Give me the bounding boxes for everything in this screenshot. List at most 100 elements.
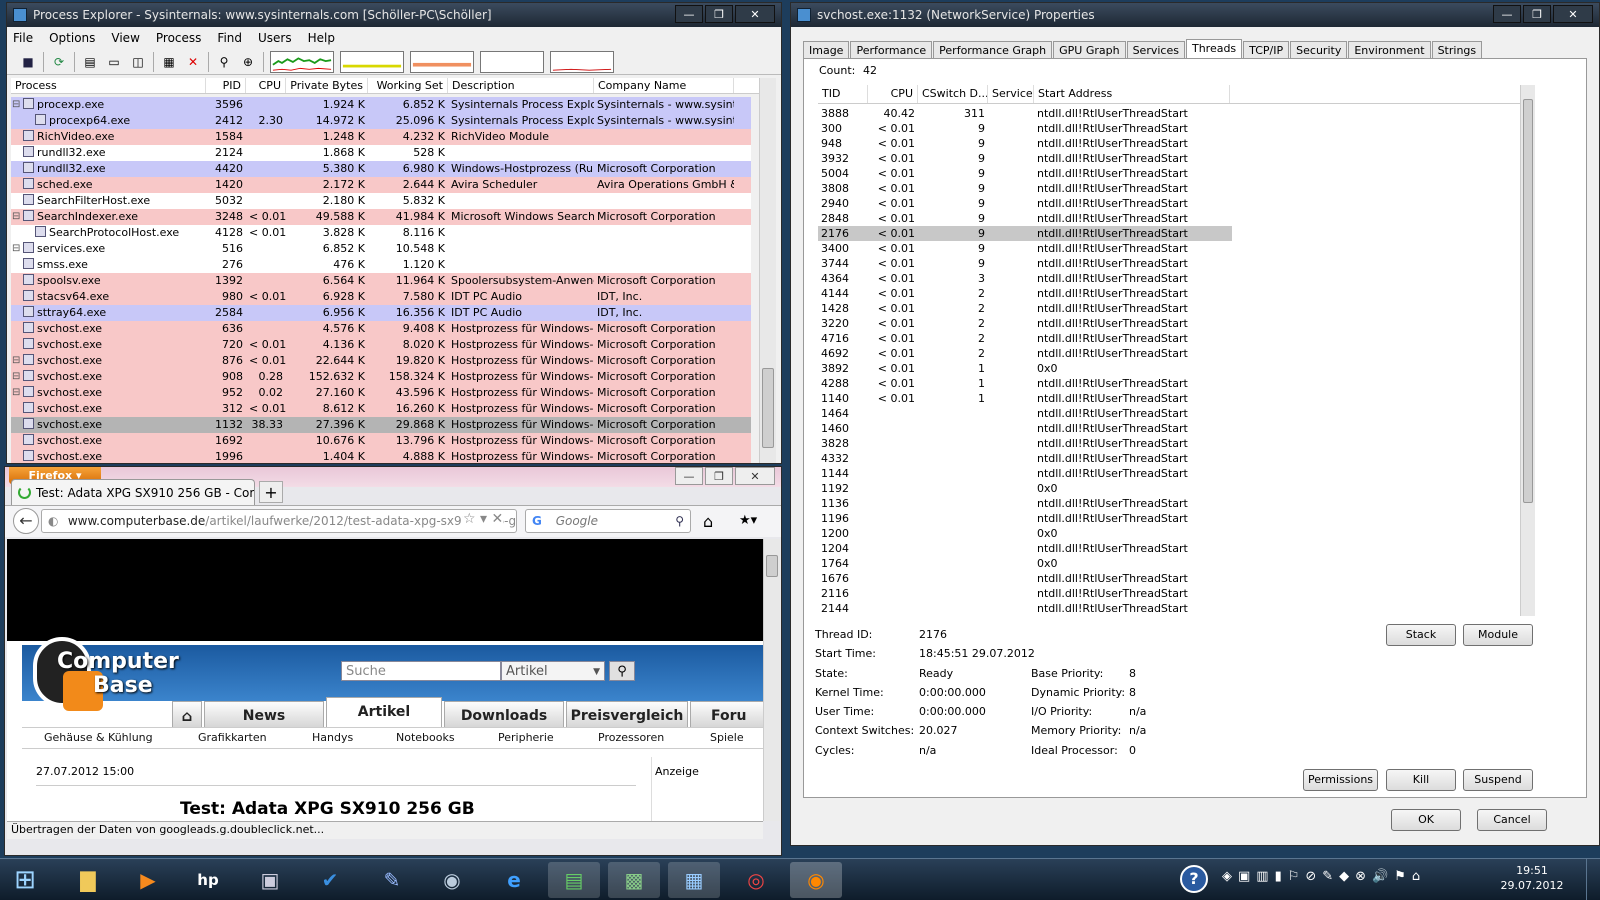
thread-row[interactable]: 3744 < 0.01 9 ntdll.dll!RtlUserThreadStart [818, 256, 1520, 271]
thread-row[interactable]: 3932 < 0.01 9 ntdll.dll!RtlUserThreadStart [818, 151, 1520, 166]
url-bar[interactable]: ◐ www.computerbase.de/artikel/laufwerke/… [41, 509, 517, 533]
thread-row[interactable]: 3400 < 0.01 9 ntdll.dll!RtlUserThreadStart [818, 241, 1520, 256]
thread-row[interactable]: 1140 < 0.01 1 ntdll.dll!RtlUserThreadStart [818, 391, 1520, 406]
col-cpu[interactable]: CPU [246, 78, 286, 93]
col-tid[interactable]: TID [818, 85, 868, 103]
menu-help[interactable]: Help [308, 29, 335, 47]
browser-tab[interactable]: Test: Adata XPG SX910 256 GB - Comput... [11, 479, 255, 505]
thread-row[interactable]: 4288 < 0.01 1 ntdll.dll!RtlUserThreadStart [818, 376, 1520, 391]
thread-row[interactable]: 4692 < 0.01 2 ntdll.dll!RtlUserThreadStart [818, 346, 1520, 361]
process-row[interactable]: rundll32.exe 2124 1.868 K 528 K [11, 145, 751, 161]
thread-row[interactable]: 5004 < 0.01 9 ntdll.dll!RtlUserThreadStart [818, 166, 1520, 181]
maximize-button[interactable]: ❐ [705, 467, 733, 485]
process-row[interactable]: ⊟ svchost.exe 952 0.02 27.160 K 43.596 K Hostp… [11, 385, 751, 401]
site-search-scope[interactable]: Artikel ▼ [501, 661, 605, 681]
menu-file[interactable]: File [13, 29, 33, 47]
close-button[interactable]: ✕ [735, 5, 775, 23]
network-graph[interactable] [550, 50, 614, 73]
col-private-bytes[interactable]: Private Bytes [286, 78, 368, 93]
nav-artikel[interactable]: Artikel [326, 697, 442, 727]
firefox-icon[interactable]: ◉ [790, 862, 842, 898]
thread-row[interactable]: 1676 ntdll.dll!RtlUserThreadStart [818, 571, 1520, 586]
process-row[interactable]: RichVideo.exe 1584 1.248 K 4.232 K RichVideo… [11, 129, 751, 145]
props-titlebar[interactable]: svchost.exe:1132 (NetworkService) Proper… [791, 3, 1599, 27]
internet-explorer-icon[interactable]: e [488, 862, 540, 898]
maximize-button[interactable]: ❐ [1523, 5, 1551, 23]
nav-downloads[interactable]: Downloads [444, 701, 564, 727]
io-graph[interactable] [480, 50, 544, 73]
suspend-button[interactable]: Suspend [1463, 769, 1533, 791]
col-service[interactable]: Service [988, 85, 1034, 103]
thread-row[interactable]: 1192 0x0 [818, 481, 1520, 496]
new-tab-button[interactable]: + [259, 481, 283, 503]
commit-graph[interactable] [340, 50, 404, 73]
process-row[interactable]: SearchFilterHost.exe 5032 2.180 K 5.832 K [11, 193, 751, 209]
menu-find[interactable]: Find [217, 29, 242, 47]
process-row[interactable]: sttray64.exe 2584 6.956 K 16.356 K IDT PC Au… [11, 305, 751, 321]
process-row[interactable]: svchost.exe 636 4.576 K 9.408 K Hostprozess … [11, 321, 751, 337]
properties-icon[interactable]: ▦ [160, 53, 178, 71]
col-working-set[interactable]: Working Set [368, 78, 448, 93]
stack-button[interactable]: Stack [1386, 624, 1456, 646]
process-row[interactable]: svchost.exe 1692 10.676 K 13.796 K Hostproze… [11, 433, 751, 449]
media-player-icon[interactable]: ▶ [122, 862, 174, 898]
thread-row[interactable]: 1144 ntdll.dll!RtlUserThreadStart [818, 466, 1520, 481]
thread-row[interactable]: 4144 < 0.01 2 ntdll.dll!RtlUserThreadStart [818, 286, 1520, 301]
disk-icon[interactable]: ◉ [426, 862, 478, 898]
hp-icon[interactable]: hp [182, 862, 234, 898]
task-manager-icon[interactable]: ▤ [548, 862, 600, 898]
col-process[interactable]: Process [11, 78, 206, 93]
process-row[interactable]: ⊟ services.exe 516 6.852 K 10.548 K [11, 241, 751, 257]
scrollbar-thumb[interactable] [766, 555, 778, 577]
permissions-button[interactable]: Permissions [1303, 769, 1378, 791]
cpu-graph[interactable] [270, 50, 334, 73]
process-row[interactable]: svchost.exe 1132 38.33 27.396 K 29.868 K Host… [11, 417, 751, 433]
thread-row[interactable]: 4332 ntdll.dll!RtlUserThreadStart [818, 451, 1520, 466]
process-row[interactable]: svchost.exe 312 < 0.01 8.612 K 16.260 K Hostp… [11, 401, 751, 417]
process-row[interactable]: stacsv64.exe 980 < 0.01 6.928 K 7.580 K IDT P… [11, 289, 751, 305]
thread-row[interactable]: 948 < 0.01 9 ntdll.dll!RtlUserThreadStart [818, 136, 1520, 151]
thread-row[interactable]: 1200 0x0 [818, 526, 1520, 541]
process-row[interactable]: ⊟ SearchIndexer.exe 3248 < 0.01 49.588 K 41.9… [11, 209, 751, 225]
target-icon[interactable]: ⊕ [239, 53, 257, 71]
process-row[interactable]: procexp64.exe 2412 2.30 14.972 K 25.096 K Sys… [11, 113, 751, 129]
menu-view[interactable]: View [111, 29, 139, 47]
thread-row[interactable]: 1196 ntdll.dll!RtlUserThreadStart [818, 511, 1520, 526]
thread-row[interactable]: 1136 ntdll.dll!RtlUserThreadStart [818, 496, 1520, 511]
ok-button[interactable]: OK [1391, 809, 1461, 831]
thread-row[interactable]: 1428 < 0.01 2 ntdll.dll!RtlUserThreadStart [818, 301, 1520, 316]
expand-toggle-icon[interactable]: ⊟ [12, 241, 20, 257]
expand-toggle-icon[interactable]: ⊟ [12, 385, 20, 401]
threads-scrollbar[interactable] [1520, 85, 1535, 616]
subnav-gehaeuse[interactable]: Gehäuse & Kühlung [44, 728, 153, 748]
refresh-icon[interactable]: ⟳ [50, 53, 68, 71]
thread-row[interactable]: 3888 40.42 311 ntdll.dll!RtlUserThreadStart [818, 106, 1520, 121]
process-row[interactable]: SearchProtocolHost.exe 4128 < 0.01 3.828 K 8… [11, 225, 751, 241]
home-icon[interactable]: ⌂ [172, 701, 202, 727]
photos-icon[interactable]: ▩ [608, 862, 660, 898]
thread-row[interactable]: 4716 < 0.01 2 ntdll.dll!RtlUserThreadStart [818, 331, 1520, 346]
thread-row[interactable]: 4364 < 0.01 3 ntdll.dll!RtlUserThreadStart [818, 271, 1520, 286]
process-row[interactable]: svchost.exe 720 < 0.01 4.136 K 8.020 K Hostpr… [11, 337, 751, 353]
process-row[interactable]: ⊟ procexp.exe 3596 1.924 K 6.852 K Sysinterna… [11, 97, 751, 113]
expand-toggle-icon[interactable]: ⊟ [12, 353, 20, 369]
checkmark-icon[interactable]: ✔ [304, 862, 356, 898]
tools-icon[interactable]: ✎ [366, 862, 418, 898]
tray-icons[interactable]: ◈▣▥▮⚐⊘✎◆⊗🔊⚑⌂ [1222, 869, 1426, 884]
process-row[interactable]: rundll32.exe 4420 5.380 K 6.980 K Windows-Ho… [11, 161, 751, 177]
thread-row[interactable]: 2848 < 0.01 9 ntdll.dll!RtlUserThreadStart [818, 211, 1520, 226]
module-button[interactable]: Module [1463, 624, 1533, 646]
bookmarks-menu-icon[interactable]: ★▾ [739, 513, 757, 528]
subnav-spiele[interactable]: Spiele [710, 728, 744, 748]
kill-icon[interactable]: ✕ [184, 53, 202, 71]
thread-row[interactable]: 3808 < 0.01 9 ntdll.dll!RtlUserThreadStart [818, 181, 1520, 196]
expand-toggle-icon[interactable]: ⊟ [12, 209, 20, 225]
menu-process[interactable]: Process [156, 29, 202, 47]
subnav-handys[interactable]: Handys [312, 728, 353, 748]
bookmark-star-icon[interactable]: ☆ ▾ ✕ [463, 511, 504, 527]
site-search-button[interactable]: ⚲ [609, 661, 635, 681]
start-orb-icon[interactable]: ⊞ [4, 862, 46, 898]
search-bar[interactable]: G Google ⚲ [525, 509, 691, 533]
minimize-button[interactable]: — [675, 5, 703, 23]
thread-row[interactable]: 1464 ntdll.dll!RtlUserThreadStart [818, 406, 1520, 421]
